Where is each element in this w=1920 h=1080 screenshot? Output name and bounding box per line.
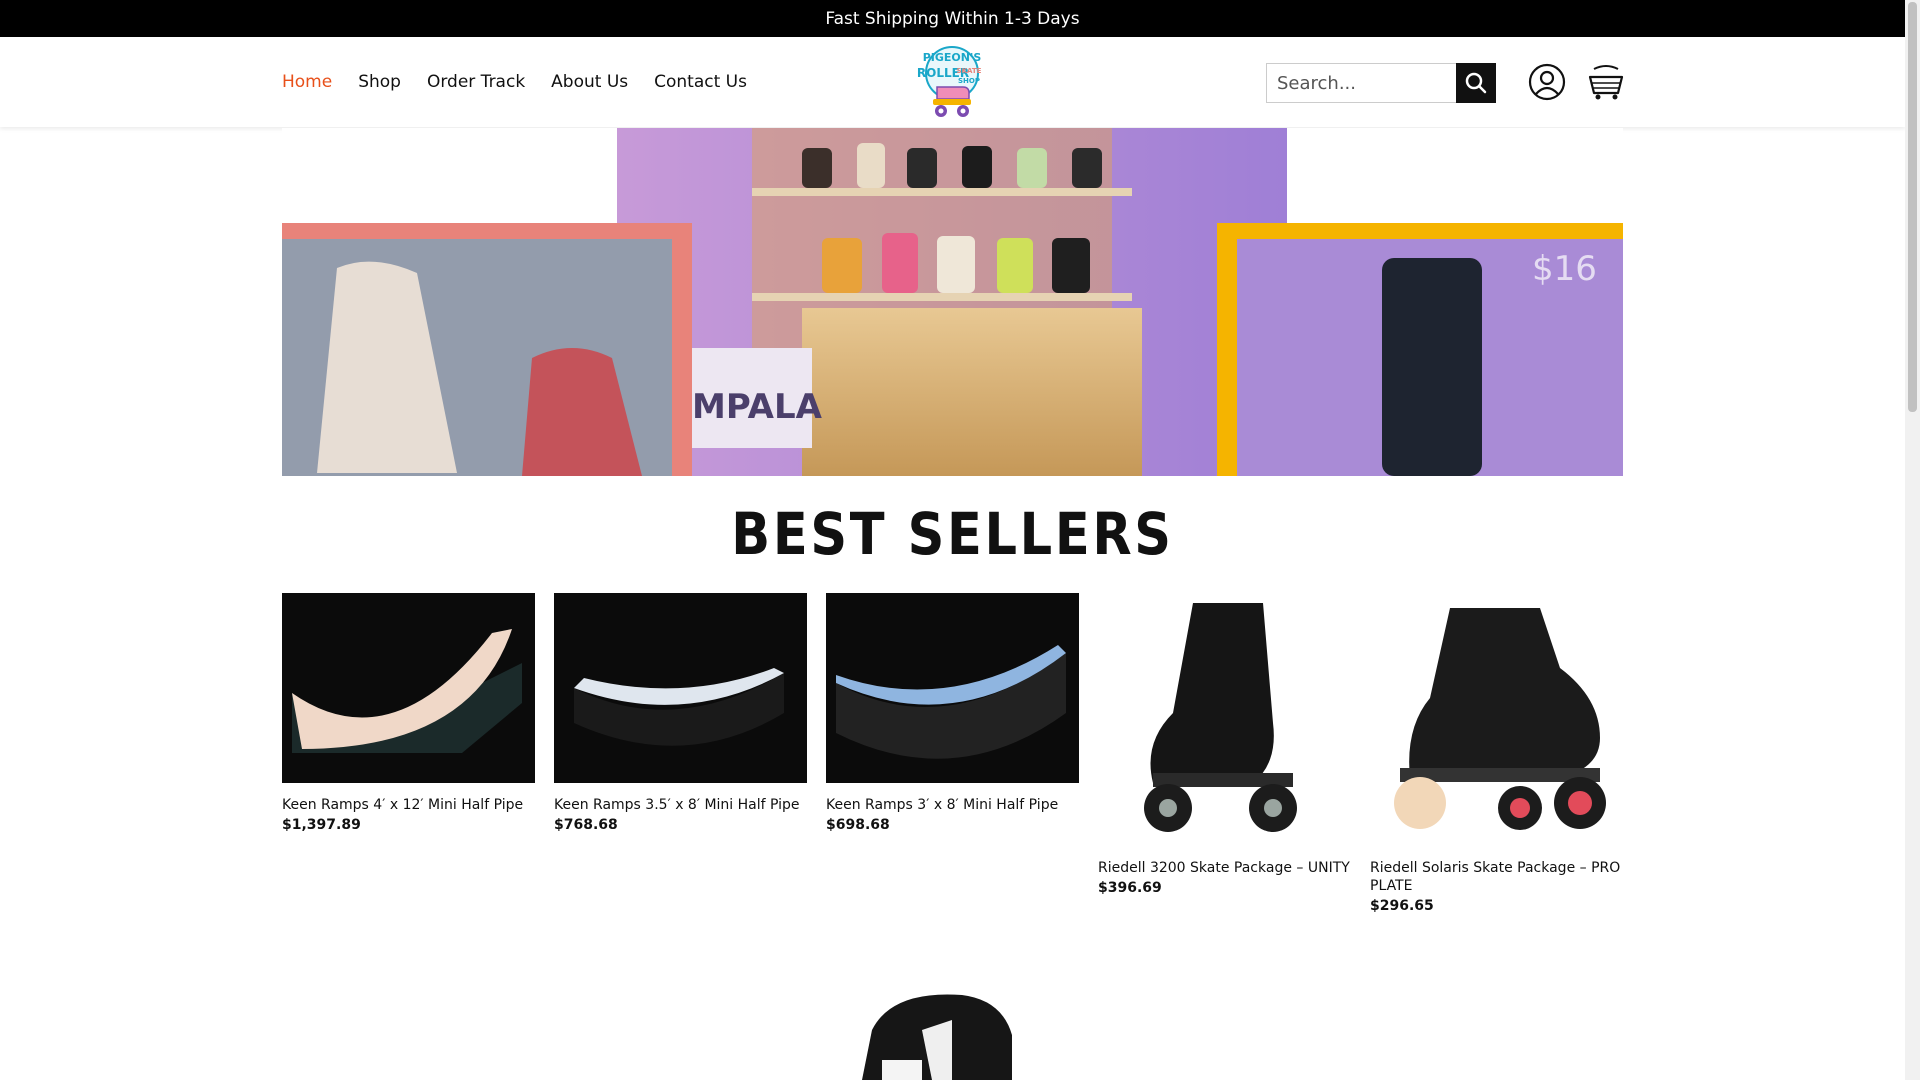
product-price: $768.68 <box>554 817 618 833</box>
nav-about-us[interactable]: About Us <box>551 72 628 92</box>
svg-text:MPALA: MPALA <box>692 387 823 427</box>
page-scrollbar[interactable] <box>1905 0 1920 1080</box>
half-pipe-image <box>554 593 807 783</box>
product-name[interactable]: Keen Ramps 3′ x 8′ Mini Half Pipe <box>826 796 1079 814</box>
product-card[interactable]: Keen Ramps 4′ x 12′ Mini Half Pipe $1,39… <box>282 593 535 833</box>
nav-order-track[interactable]: Order Track <box>427 72 525 92</box>
product-price: $396.69 <box>1098 880 1162 896</box>
search-button[interactable] <box>1456 63 1496 103</box>
announcement-text: Fast Shipping Within 1-3 Days <box>825 8 1080 29</box>
product-card[interactable]: Keen Ramps 3′ x 8′ Mini Half Pipe $698.6… <box>826 593 1079 833</box>
search-input[interactable] <box>1266 63 1456 103</box>
half-pipe-image <box>826 593 1079 783</box>
main-nav: Home Shop Order Track About Us Contact U… <box>282 37 747 127</box>
search-form <box>1266 63 1496 103</box>
product-price: $1,397.89 <box>282 817 361 833</box>
search-icon <box>1465 72 1487 94</box>
skate-image <box>1098 593 1351 846</box>
product-card[interactable]: Riedell Solaris Skate Package – PRO PLAT… <box>1370 593 1623 914</box>
product-image[interactable] <box>826 593 1079 783</box>
hero-banner[interactable]: MPALA $16 <box>282 128 1623 476</box>
section-title: BEST SELLERS <box>731 500 1174 568</box>
announcement-bar: Fast Shipping Within 1-3 Days <box>0 0 1905 37</box>
scrollbar-thumb[interactable] <box>1908 2 1917 412</box>
product-image[interactable] <box>1370 593 1623 846</box>
product-card[interactable]: Keen Ramps 3.5′ x 8′ Mini Half Pipe $768… <box>554 593 807 833</box>
product-name[interactable]: Keen Ramps 3.5′ x 8′ Mini Half Pipe <box>554 796 807 814</box>
half-pipe-image <box>282 593 535 783</box>
user-icon[interactable] <box>1528 63 1566 101</box>
product-card[interactable]: Riedell 3200 Skate Package – UNITY $396.… <box>1098 593 1351 896</box>
svg-text:$16: $16 <box>1532 249 1597 289</box>
cart-icon[interactable] <box>1588 63 1624 101</box>
nav-home[interactable]: Home <box>282 72 332 92</box>
product-image[interactable] <box>282 593 535 783</box>
nav-shop[interactable]: Shop <box>358 72 401 92</box>
product-image[interactable] <box>1098 593 1351 846</box>
site-logo[interactable]: PIGEON'S ROLLER SKATE SHOP <box>913 43 991 123</box>
product-price: $698.68 <box>826 817 890 833</box>
svg-text:SKATE: SKATE <box>957 67 982 75</box>
nav-contact-us[interactable]: Contact Us <box>654 72 747 92</box>
product-price: $296.65 <box>1370 898 1434 914</box>
site-header: Home Shop Order Track About Us Contact U… <box>0 37 1905 127</box>
product-name[interactable]: Riedell 3200 Skate Package – UNITY <box>1098 859 1351 877</box>
svg-text:PIGEON'S: PIGEON'S <box>923 51 982 64</box>
product-name[interactable]: Keen Ramps 4′ x 12′ Mini Half Pipe <box>282 796 535 814</box>
svg-text:SHOP: SHOP <box>958 77 980 85</box>
product-name[interactable]: Riedell Solaris Skate Package – PRO PLAT… <box>1370 859 1623 895</box>
skate-image[interactable] <box>852 990 1052 1080</box>
product-image[interactable] <box>554 593 807 783</box>
skate-image <box>1370 593 1623 846</box>
